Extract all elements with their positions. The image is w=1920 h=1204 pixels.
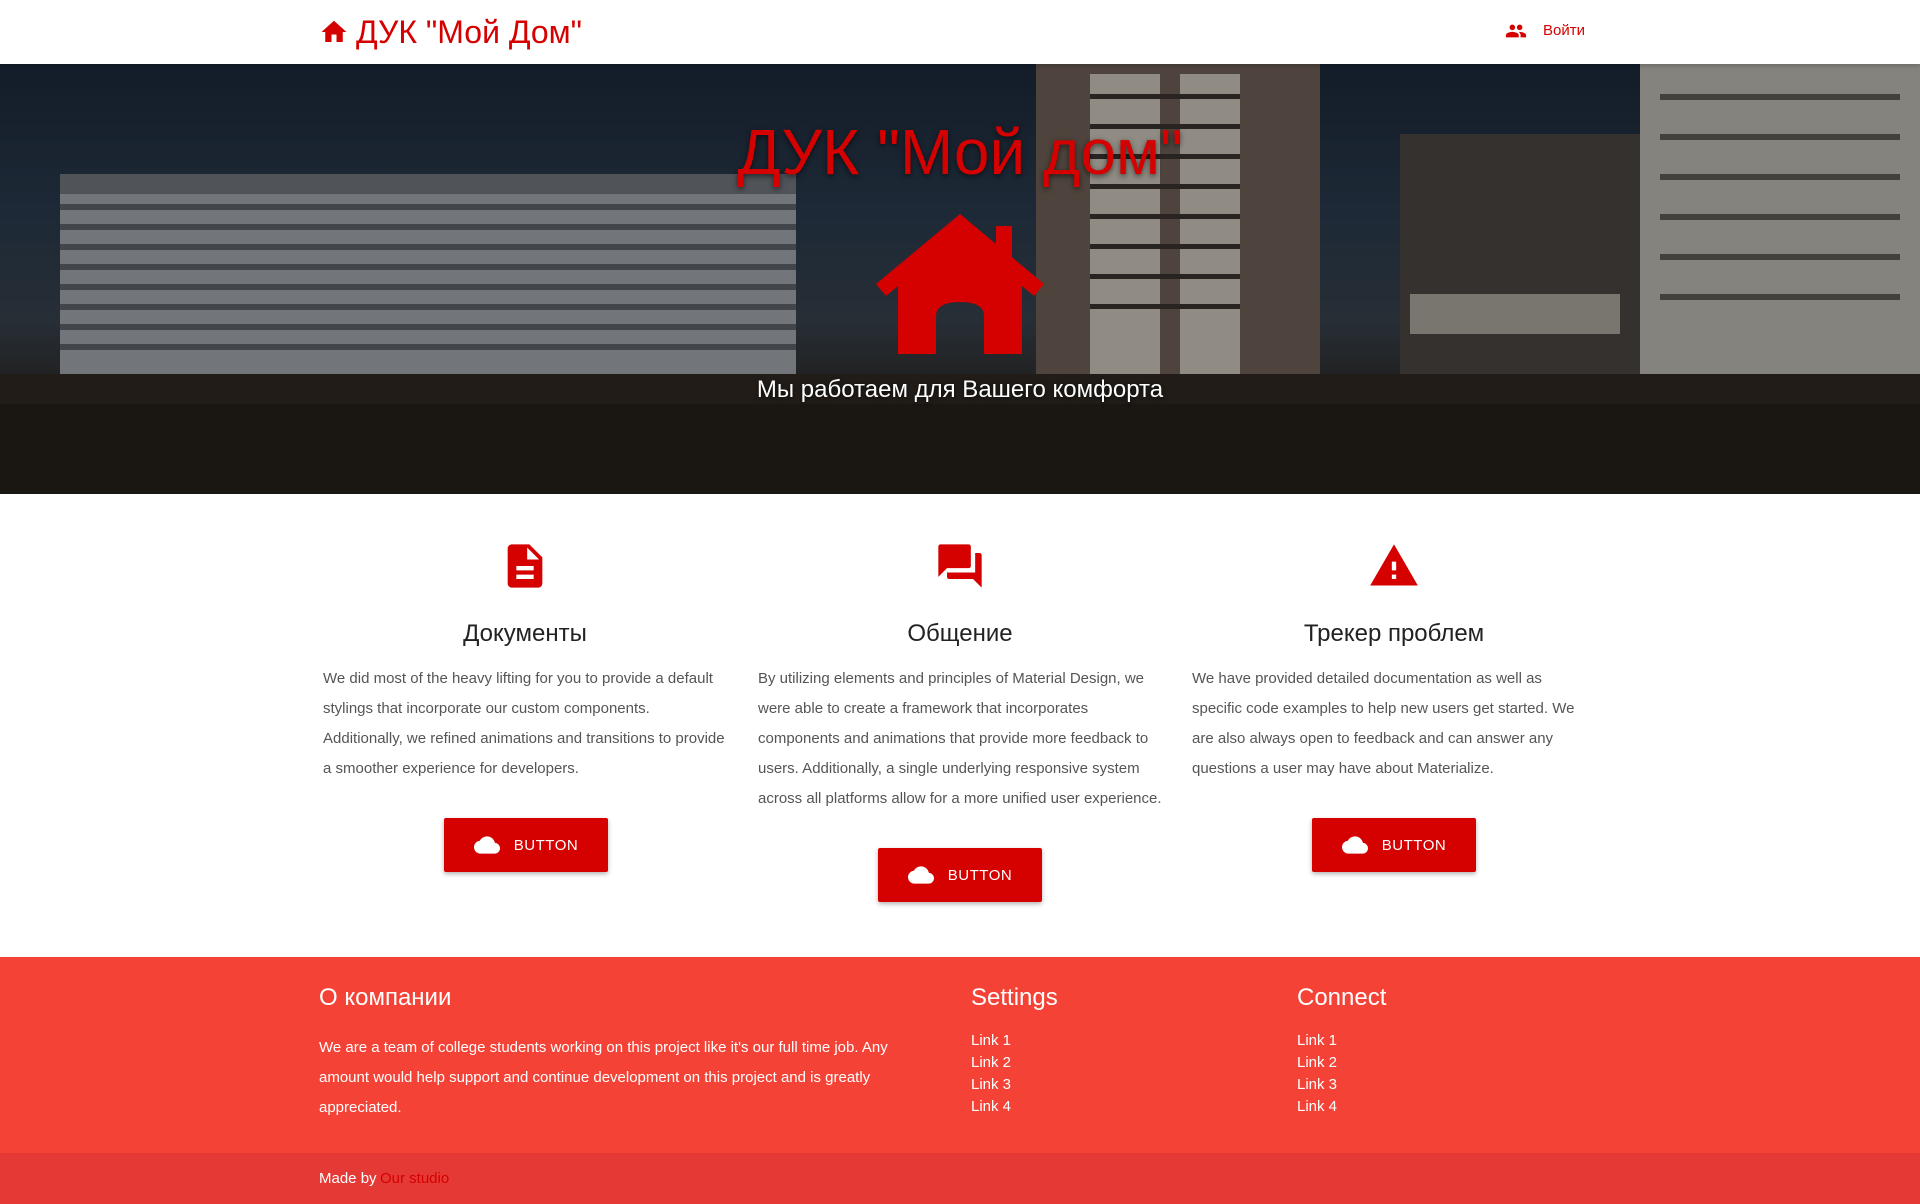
cloud-icon — [1341, 836, 1368, 854]
page-footer: О компании We are a team of college stud… — [0, 957, 1920, 1204]
footer-about-title: О компании — [319, 984, 452, 1011]
brand-logo-link[interactable]: ДУК "Мой Дом" — [319, 12, 582, 52]
feature-title: Документы — [463, 620, 587, 647]
footer-settings-links: Link 1 Link 2 Link 3 Link 4 — [971, 1030, 1011, 1118]
cloud-icon — [907, 866, 934, 884]
footer-settings-title: Settings — [971, 984, 1058, 1011]
communication-button[interactable]: BUTTON — [878, 848, 1042, 902]
footer-link[interactable]: Link 3 — [971, 1074, 1011, 1096]
cloud-icon — [473, 836, 500, 854]
footer-connect-title: Connect — [1297, 984, 1387, 1011]
login-label: Войти — [1543, 22, 1585, 39]
top-navbar: ДУК "Мой Дом" Войти — [0, 0, 1920, 64]
footer-link[interactable]: Link 2 — [1297, 1052, 1337, 1074]
people-icon — [1505, 24, 1527, 38]
button-label: BUTTON — [947, 866, 1013, 884]
footer-link[interactable]: Link 2 — [971, 1052, 1011, 1074]
feature-title: Общение — [907, 620, 1013, 647]
made-by-text: Made by — [319, 1170, 377, 1187]
feature-description: We have provided detailed documentation … — [1192, 670, 1575, 777]
footer-link[interactable]: Link 3 — [1297, 1074, 1337, 1096]
footer-link[interactable]: Link 1 — [971, 1030, 1011, 1052]
footer-connect-links: Link 1 Link 2 Link 3 Link 4 — [1297, 1030, 1337, 1118]
footer-link[interactable]: Link 4 — [1297, 1096, 1337, 1118]
hero-title: ДУК "Мой дом" — [737, 116, 1183, 188]
house-icon — [876, 214, 1044, 354]
document-icon — [507, 544, 543, 588]
documents-button[interactable]: BUTTON — [444, 818, 608, 872]
hero-banner: ДУК "Мой дом" Мы работаем для Вашего ком… — [0, 64, 1920, 494]
brand-title: ДУК "Мой Дом" — [356, 14, 583, 50]
home-icon — [321, 20, 347, 42]
chat-icon — [938, 544, 982, 588]
footer-link[interactable]: Link 1 — [1297, 1030, 1337, 1052]
feature-description: We did most of the heavy lifting for you… — [323, 670, 725, 777]
warning-icon — [1370, 544, 1418, 586]
footer-about-text: We are a team of college students workin… — [319, 1039, 888, 1116]
footer-copyright: Made by Our studio — [0, 1153, 1920, 1204]
studio-link[interactable]: Our studio — [380, 1168, 449, 1190]
feature-description: By utilizing elements and principles of … — [758, 670, 1162, 807]
issue-tracker-button[interactable]: BUTTON — [1312, 818, 1476, 872]
footer-link[interactable]: Link 4 — [971, 1096, 1011, 1118]
feature-title: Трекер проблем — [1303, 620, 1485, 647]
button-label: BUTTON — [1381, 836, 1447, 854]
login-link[interactable]: Войти — [1505, 19, 1585, 43]
button-label: BUTTON — [513, 836, 579, 854]
hero-subtitle: Мы работаем для Вашего комфорта — [756, 376, 1164, 403]
